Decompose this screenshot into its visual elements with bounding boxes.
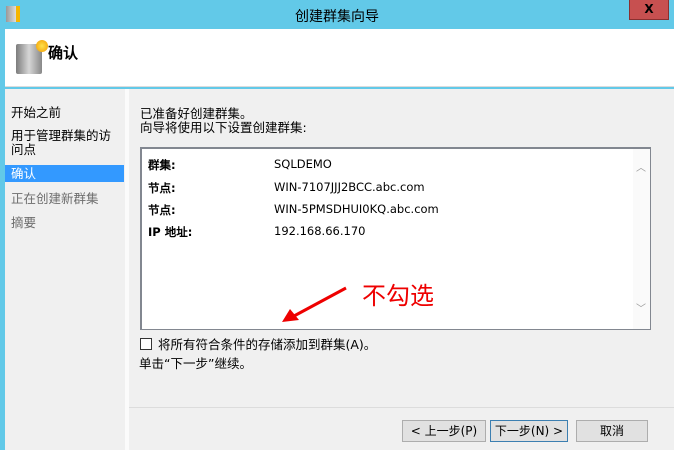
setting-key: 节点: <box>148 181 176 195</box>
nav-step-creating: 正在创建新群集 <box>11 191 99 206</box>
vertical-scrollbar[interactable]: ︿ ﹀ <box>633 149 650 329</box>
setting-value: WIN-7107JJJ2BCC.abc.com <box>274 180 425 194</box>
setting-key: 群集: <box>148 158 176 172</box>
setting-key: 节点: <box>148 203 176 217</box>
annotation-text: 不勾选 <box>362 282 434 310</box>
intro-line-2: 向导将使用以下设置创建群集: <box>140 120 307 135</box>
intro-text: 已准备好创建群集。 向导将使用以下设置创建群集: <box>140 107 307 135</box>
button-divider <box>129 407 674 408</box>
cancel-button[interactable]: 取消 <box>576 420 648 442</box>
setting-value: WIN-5PMSDHUI0KQ.abc.com <box>274 202 439 216</box>
page-title: 确认 <box>48 44 79 62</box>
nav-step-before-you-begin[interactable]: 开始之前 <box>5 106 124 120</box>
add-storage-label[interactable]: 将所有符合条件的存储添加到群集(A)。 <box>158 334 376 353</box>
continue-hint: 单击“下一步”继续。 <box>139 356 252 371</box>
title-bar: 创建群集向导 X <box>0 0 674 29</box>
annotation-arrow-icon <box>282 286 347 322</box>
prev-button[interactable]: < 上一步(P) <box>402 420 486 442</box>
nav-step-summary: 摘要 <box>11 215 37 230</box>
close-button[interactable]: X <box>629 0 669 20</box>
intro-line-1: 已准备好创建群集。 <box>140 106 253 121</box>
scroll-up-icon[interactable]: ︿ <box>636 159 646 174</box>
cluster-server-icon <box>16 40 48 74</box>
wizard-content: 已准备好创建群集。 向导将使用以下设置创建群集: 群集: SQLDEMO 节点: W… <box>129 89 674 450</box>
add-storage-option[interactable]: 将所有符合条件的存储添加到群集(A)。 <box>140 334 376 353</box>
nav-step-confirmation[interactable]: 确认 <box>5 165 124 182</box>
wizard-header: 确认 <box>5 29 674 87</box>
scroll-down-icon[interactable]: ﹀ <box>636 300 646 315</box>
setting-value: 192.168.66.170 <box>274 224 366 238</box>
setting-key: IP 地址: <box>148 225 193 239</box>
setting-value: SQLDEMO <box>274 157 332 171</box>
add-storage-checkbox[interactable] <box>140 337 152 350</box>
next-button[interactable]: 下一步(N) > <box>490 420 568 442</box>
nav-step-access-point[interactable]: 用于管理群集的访问点 <box>5 129 124 157</box>
wizard-steps-nav: 开始之前 用于管理群集的访问点 确认 正在创建新群集 摘要 <box>5 89 125 450</box>
window-title: 创建群集向导 <box>295 9 379 25</box>
